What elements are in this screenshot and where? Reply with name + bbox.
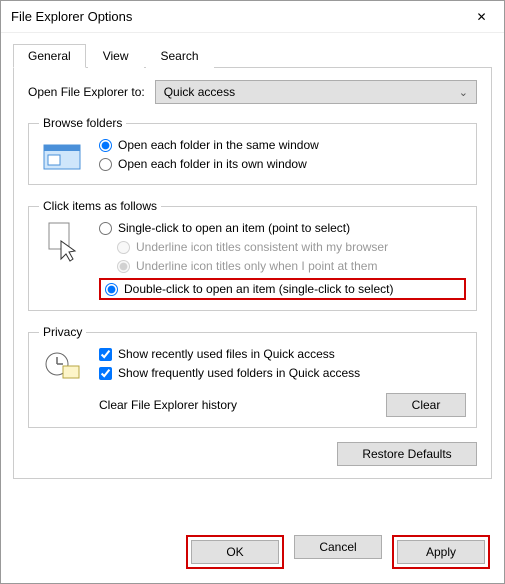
- radio-underline-browser-label: Underline icon titles consistent with my…: [136, 240, 388, 254]
- click-items-legend: Click items as follows: [39, 199, 161, 213]
- radio-single-click-input[interactable]: [99, 222, 112, 235]
- titlebar: File Explorer Options ✕: [1, 1, 504, 33]
- open-explorer-row: Open File Explorer to: Quick access ⌄: [28, 80, 477, 104]
- close-icon: ✕: [476, 10, 486, 24]
- highlighted-apply: Apply: [392, 535, 490, 569]
- radio-same-window[interactable]: Open each folder in the same window: [99, 138, 466, 152]
- window-title: File Explorer Options: [11, 9, 459, 24]
- privacy-legend: Privacy: [39, 325, 86, 339]
- ok-button[interactable]: OK: [191, 540, 279, 564]
- file-cursor-icon: [39, 221, 85, 263]
- clear-history-label: Clear File Explorer history: [99, 398, 237, 412]
- highlighted-ok: OK: [186, 535, 284, 569]
- radio-double-click[interactable]: Double-click to open an item (single-cli…: [105, 282, 460, 296]
- tab-strip: General View Search: [13, 44, 492, 68]
- check-recent-files[interactable]: Show recently used files in Quick access: [99, 347, 466, 361]
- radio-single-click-label: Single-click to open an item (point to s…: [118, 221, 350, 235]
- check-frequent-folders[interactable]: Show frequently used folders in Quick ac…: [99, 366, 466, 380]
- radio-underline-browser: Underline icon titles consistent with my…: [117, 240, 466, 254]
- clear-button[interactable]: Clear: [386, 393, 466, 417]
- dialog-window: File Explorer Options ✕ General View Sea…: [0, 0, 505, 584]
- restore-defaults-label: Restore Defaults: [362, 447, 451, 461]
- chevron-down-icon: ⌄: [459, 86, 468, 99]
- radio-own-window[interactable]: Open each folder in its own window: [99, 157, 466, 171]
- highlighted-double-click: Double-click to open an item (single-cli…: [99, 278, 466, 300]
- tab-view-label: View: [103, 49, 129, 63]
- tab-view[interactable]: View: [88, 44, 144, 68]
- radio-same-window-input[interactable]: [99, 139, 112, 152]
- open-explorer-dropdown[interactable]: Quick access ⌄: [155, 80, 477, 104]
- radio-own-window-label: Open each folder in its own window: [118, 157, 307, 171]
- close-button[interactable]: ✕: [459, 1, 504, 33]
- dropdown-value: Quick access: [164, 85, 235, 99]
- open-explorer-label: Open File Explorer to:: [28, 85, 145, 99]
- radio-double-click-label: Double-click to open an item (single-cli…: [124, 282, 393, 296]
- radio-underline-point: Underline icon titles only when I point …: [117, 259, 466, 273]
- radio-double-click-input[interactable]: [105, 283, 118, 296]
- check-frequent-folders-input[interactable]: [99, 367, 112, 380]
- check-recent-files-label: Show recently used files in Quick access: [118, 347, 335, 361]
- cancel-button[interactable]: Cancel: [294, 535, 382, 559]
- radio-single-click[interactable]: Single-click to open an item (point to s…: [99, 221, 466, 235]
- click-items-group: Click items as follows Single-click to o…: [28, 199, 477, 311]
- radio-own-window-input[interactable]: [99, 158, 112, 171]
- dialog-footer: OK Cancel Apply: [1, 525, 504, 583]
- radio-underline-point-input: [117, 260, 130, 273]
- apply-button[interactable]: Apply: [397, 540, 485, 564]
- cancel-button-label: Cancel: [319, 540, 356, 554]
- ok-button-label: OK: [226, 545, 243, 559]
- browse-folders-legend: Browse folders: [39, 116, 126, 130]
- tab-search-label: Search: [161, 49, 199, 63]
- tab-general-label: General: [28, 49, 71, 63]
- apply-button-label: Apply: [426, 545, 456, 559]
- browse-folders-group: Browse folders Open each folder in the s…: [28, 116, 477, 185]
- clock-history-icon: [39, 347, 85, 383]
- check-frequent-folders-label: Show frequently used folders in Quick ac…: [118, 366, 360, 380]
- tab-search[interactable]: Search: [146, 44, 214, 68]
- content-area: General View Search Open File Explorer t…: [1, 33, 504, 525]
- tab-panel-general: Open File Explorer to: Quick access ⌄ Br…: [13, 67, 492, 479]
- privacy-group: Privacy Show recently used files in Quic…: [28, 325, 477, 428]
- radio-underline-point-label: Underline icon titles only when I point …: [136, 259, 377, 273]
- restore-defaults-button[interactable]: Restore Defaults: [337, 442, 477, 466]
- check-recent-files-input[interactable]: [99, 348, 112, 361]
- radio-underline-browser-input: [117, 241, 130, 254]
- radio-same-window-label: Open each folder in the same window: [118, 138, 319, 152]
- folder-window-icon: [39, 138, 85, 174]
- clear-button-label: Clear: [412, 398, 441, 412]
- tab-general[interactable]: General: [13, 44, 86, 68]
